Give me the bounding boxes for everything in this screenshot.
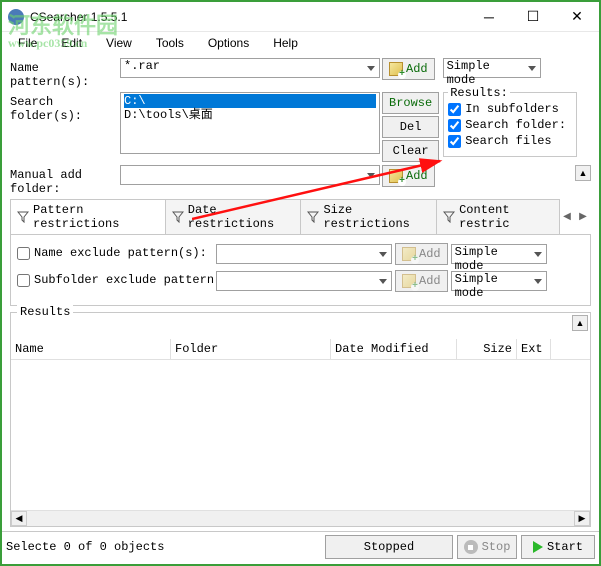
menu-tools[interactable]: Tools — [144, 34, 196, 52]
add-icon — [389, 62, 403, 76]
add-icon — [402, 274, 416, 288]
del-button[interactable]: Del — [382, 116, 439, 138]
scroll-up-button[interactable]: ▲ — [575, 165, 591, 181]
tab-content[interactable]: Content restric — [436, 199, 560, 234]
browse-button[interactable]: Browse — [382, 92, 439, 114]
manual-folder-input[interactable] — [120, 165, 380, 185]
column-folder[interactable]: Folder — [171, 339, 331, 359]
status-text: Selecte 0 of 0 objects — [6, 540, 321, 554]
column-name[interactable]: Name — [11, 339, 171, 359]
column-date[interactable]: Date Modified — [331, 339, 457, 359]
minimize-button[interactable]: ─ — [467, 2, 511, 32]
add-icon — [389, 169, 403, 183]
results-scroll-up[interactable]: ▲ — [572, 315, 588, 331]
mode-select[interactable]: Simple mode — [443, 58, 541, 78]
list-item[interactable]: D:\tools\桌面 — [124, 108, 376, 122]
menu-options[interactable]: Options — [196, 34, 261, 52]
add-name-exclude-button[interactable]: Add — [395, 243, 448, 265]
name-exclude-mode[interactable]: Simple mode — [451, 244, 547, 264]
tab-size[interactable]: Size restrictions — [300, 199, 437, 234]
menu-view[interactable]: View — [94, 34, 144, 52]
funnel-icon — [17, 211, 29, 223]
add-manual-button[interactable]: Add — [382, 165, 435, 187]
tab-date[interactable]: Date restrictions — [165, 199, 302, 234]
name-pattern-label: Name pattern(s): — [10, 58, 118, 89]
play-icon — [533, 541, 543, 553]
add-icon — [402, 247, 416, 261]
restriction-tabs: Pattern restrictions Date restrictions S… — [10, 199, 591, 234]
menu-file[interactable]: File — [6, 34, 49, 52]
tab-pattern[interactable]: Pattern restrictions — [10, 199, 166, 234]
search-folders-checkbox[interactable]: Search folder: — [448, 118, 572, 132]
stop-button[interactable]: Stop — [457, 535, 517, 559]
search-folder-label: Search folder(s): — [10, 92, 118, 123]
stopped-status-button[interactable]: Stopped — [325, 535, 453, 559]
menubar: File Edit View Tools Options Help — [2, 32, 599, 54]
add-pattern-button[interactable]: Add — [382, 58, 435, 80]
subfolder-exclude-input[interactable] — [216, 271, 392, 291]
results-table-body[interactable] — [11, 360, 590, 510]
funnel-icon — [172, 211, 184, 223]
stop-icon — [464, 540, 478, 554]
maximize-button[interactable]: ☐ — [511, 2, 555, 32]
search-folder-list[interactable]: C:\ D:\tools\桌面 — [120, 92, 380, 154]
clear-button[interactable]: Clear — [382, 140, 439, 162]
name-pattern-input[interactable]: *.rar — [120, 58, 380, 78]
titlebar: CSearcher 1.5.5.1 ─ ☐ ✕ — [2, 2, 599, 32]
name-exclude-input[interactable] — [216, 244, 392, 264]
pattern-panel: Name exclude pattern(s): Add Simple mode… — [10, 234, 591, 306]
name-exclude-checkbox[interactable]: Name exclude pattern(s): — [17, 246, 213, 260]
results-hscroll[interactable]: ◀▶ — [11, 510, 590, 526]
app-icon — [8, 9, 24, 25]
funnel-icon — [443, 211, 455, 223]
manual-folder-label: Manual add folder: — [10, 165, 118, 196]
statusbar: Selecte 0 of 0 objects Stopped Stop Star… — [2, 531, 599, 562]
subfolder-exclude-mode[interactable]: Simple mode — [451, 271, 547, 291]
list-item[interactable]: C:\ — [124, 94, 376, 108]
column-ext[interactable]: Ext — [517, 339, 551, 359]
results-table-header: Name Folder Date Modified Size Ext — [11, 339, 590, 360]
start-button[interactable]: Start — [521, 535, 595, 559]
in-subfolders-checkbox[interactable]: In subfolders — [448, 102, 572, 116]
subfolder-exclude-checkbox[interactable]: Subfolder exclude pattern(s): — [17, 273, 213, 287]
funnel-icon — [307, 211, 319, 223]
tab-prev-button[interactable]: ◀ — [559, 208, 575, 226]
menu-edit[interactable]: Edit — [49, 34, 94, 52]
results-group: Results ▲ Name Folder Date Modified Size… — [10, 312, 591, 527]
search-files-checkbox[interactable]: Search files — [448, 134, 572, 148]
menu-help[interactable]: Help — [261, 34, 310, 52]
results-label: Results — [17, 305, 73, 319]
results-options-title: Results: — [448, 86, 510, 100]
add-subfolder-exclude-button[interactable]: Add — [395, 270, 448, 292]
column-size[interactable]: Size — [457, 339, 517, 359]
tab-next-button[interactable]: ▶ — [575, 208, 591, 226]
close-button[interactable]: ✕ — [555, 2, 599, 32]
window-title: CSearcher 1.5.5.1 — [30, 10, 467, 24]
